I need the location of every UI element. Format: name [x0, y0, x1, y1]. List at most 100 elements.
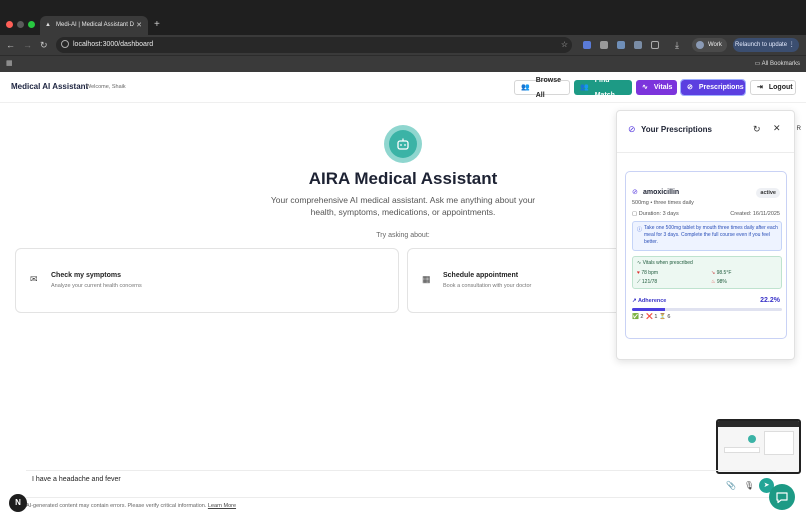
tab-title: Medi-AI | Medical Assistant D — [56, 22, 134, 28]
prescriptions-button[interactable]: ⊘ Prescriptions — [680, 79, 746, 96]
heart-rate: ♥ 78 bpm — [637, 270, 658, 276]
chat-fab-button[interactable] — [769, 484, 795, 510]
paperclip-icon[interactable]: 📎 — [726, 481, 736, 490]
forward-icon[interactable]: → — [23, 39, 32, 51]
site-info-icon[interactable] — [61, 40, 69, 48]
extension-icon[interactable] — [617, 41, 625, 49]
all-bookmarks-label: All Bookmarks — [761, 61, 800, 67]
all-bookmarks-button[interactable]: ▭ All Bookmarks — [755, 56, 800, 73]
reload-icon[interactable]: ↻ — [40, 39, 48, 51]
adherence-bar — [632, 308, 782, 311]
temperature-value: 98.5°F — [716, 270, 732, 276]
card-title: Schedule appointment — [443, 272, 519, 279]
screenshot-thumbnail[interactable] — [716, 419, 801, 474]
assistant-logo — [384, 125, 422, 163]
message-icon: ✉ — [30, 274, 38, 284]
disclaimer-text: AI-generated content may contain errors.… — [26, 503, 207, 509]
adherence-label: ↗ Adherence — [632, 298, 667, 304]
prescriptions-label: Prescriptions — [698, 84, 744, 91]
oxygen: ♨ 98% — [711, 279, 727, 285]
panel-header: ⊘ Your Prescriptions ↻ ✕ — [617, 111, 794, 153]
calendar-icon: ▦ — [422, 274, 431, 284]
taken-count: ✅ 2 — [632, 314, 643, 320]
browse-all-button[interactable]: 👥 Browse All — [514, 77, 570, 99]
prescription-card[interactable]: ⊘ amoxicillin active 500mg • three times… — [625, 171, 787, 339]
status-badge: active — [756, 188, 780, 198]
browser-tab[interactable]: ▲ Medi-AI | Medical Assistant D ✕ — [40, 16, 148, 35]
app-title: Medical AI Assistant — [11, 82, 89, 91]
card-description: Book a consultation with your doctor — [443, 283, 532, 289]
chat-bubble-icon — [776, 492, 788, 504]
pending-value: 6 — [667, 314, 671, 320]
card-title: Check my symptoms — [51, 272, 122, 279]
minimize-window-button[interactable] — [17, 21, 24, 28]
refresh-icon[interactable]: ↻ — [753, 124, 761, 135]
tab-favicon-icon: ▲ — [45, 22, 51, 28]
relaunch-update-button[interactable]: Relaunch to update ⋮ — [733, 38, 799, 52]
side-tab-label: R — [796, 126, 802, 132]
camera-extension-icon[interactable] — [600, 41, 608, 49]
bookmark-star-icon[interactable]: ☆ — [561, 37, 568, 53]
new-tab-icon[interactable]: + — [154, 18, 160, 32]
url-text: localhost:3000/dashboard — [73, 41, 154, 48]
logout-label: Logout — [768, 84, 793, 91]
header-divider — [0, 102, 806, 103]
vitals-box: ∿ Vitals when prescribed ♥ 78 bpm ↘ 98.5… — [632, 256, 782, 289]
thermometer-icon: ↘ — [711, 270, 716, 276]
panel-title: Your Prescriptions — [641, 125, 712, 134]
thumb-bar — [718, 421, 799, 427]
profile-label: Work — [708, 42, 722, 48]
duration-text: ▢ Duration: 3 days — [632, 211, 679, 217]
users-icon: 👥 — [580, 84, 589, 91]
close-window-button[interactable] — [6, 21, 13, 28]
sparkle-extension-icon[interactable] — [634, 41, 642, 49]
logout-button[interactable]: ⇥ Logout — [750, 80, 796, 95]
back-icon[interactable]: ← — [6, 39, 15, 51]
microphone-icon[interactable]: 🎙 — [744, 481, 754, 490]
vitals-label: Vitals — [653, 84, 673, 91]
suggestion-card-appointment[interactable]: ▦ Schedule appointment Book a consultati… — [407, 248, 647, 313]
duration-value: Duration: 3 days — [638, 211, 679, 217]
find-match-button[interactable]: 👥 Find Match — [574, 77, 632, 99]
profile-button[interactable]: Work — [692, 38, 727, 52]
extensions-puzzle-icon[interactable] — [651, 41, 659, 49]
pill-icon: ⊘ — [632, 189, 638, 196]
lungs-icon: ♨ — [711, 279, 716, 285]
info-icon: ⓘ — [637, 227, 643, 233]
thumb-card — [724, 447, 760, 453]
users-icon: 👥 — [521, 84, 530, 91]
robot-icon — [397, 138, 409, 150]
pill-icon: ⊘ — [628, 124, 636, 134]
hourglass-icon: ⏳ — [659, 314, 666, 320]
address-bar-row: ← → ↻ localhost:3000/dashboard ☆ ⤓ Work … — [0, 35, 806, 55]
suggestion-card-symptoms[interactable]: ✉ Check my symptoms Analyze your current… — [15, 248, 399, 313]
apps-grid-icon[interactable]: ▦ — [6, 60, 13, 68]
card-description: Analyze your current health concerns — [51, 283, 142, 289]
adherence-bar-fill — [632, 308, 666, 311]
prescriptions-panel: ⊘ Your Prescriptions ↻ ✕ ⊘ amoxicillin a… — [616, 110, 795, 360]
chat-input[interactable]: I have a headache and fever — [26, 470, 776, 498]
activity-icon: ∿ — [642, 84, 648, 91]
vitals-button[interactable]: ∿ Vitals — [636, 80, 677, 95]
maximize-window-button[interactable] — [28, 21, 35, 28]
thumb-logo — [748, 435, 756, 443]
pending-count: ⏳ 6 — [659, 314, 670, 320]
close-icon[interactable]: ✕ — [773, 123, 781, 134]
check-icon: ✅ — [632, 314, 639, 320]
instructions-box: ⓘ Take one 500mg tablet by mouth three t… — [632, 221, 782, 251]
relaunch-label: Relaunch to update — [735, 42, 788, 48]
drug-name: amoxicillin — [643, 189, 680, 196]
logout-icon: ⇥ — [757, 84, 763, 91]
nextjs-badge[interactable]: N — [9, 494, 27, 512]
learn-more-link[interactable]: Learn More — [208, 503, 236, 509]
try-asking-label: Try asking about: — [376, 232, 430, 239]
x-icon: ❌ — [646, 314, 653, 320]
download-icon[interactable]: ⤓ — [675, 39, 679, 51]
tab-close-icon[interactable]: ✕ — [136, 16, 142, 35]
missed-value: 1 — [654, 314, 658, 320]
vitals-heading: ∿ Vitals when prescribed — [637, 260, 693, 266]
url-bar[interactable]: localhost:3000/dashboard ☆ — [56, 37, 572, 53]
disclaimer: AI-generated content may contain errors.… — [26, 503, 236, 509]
extension-icon[interactable] — [583, 41, 591, 49]
vitals-heading-text: Vitals when prescribed — [642, 260, 693, 266]
